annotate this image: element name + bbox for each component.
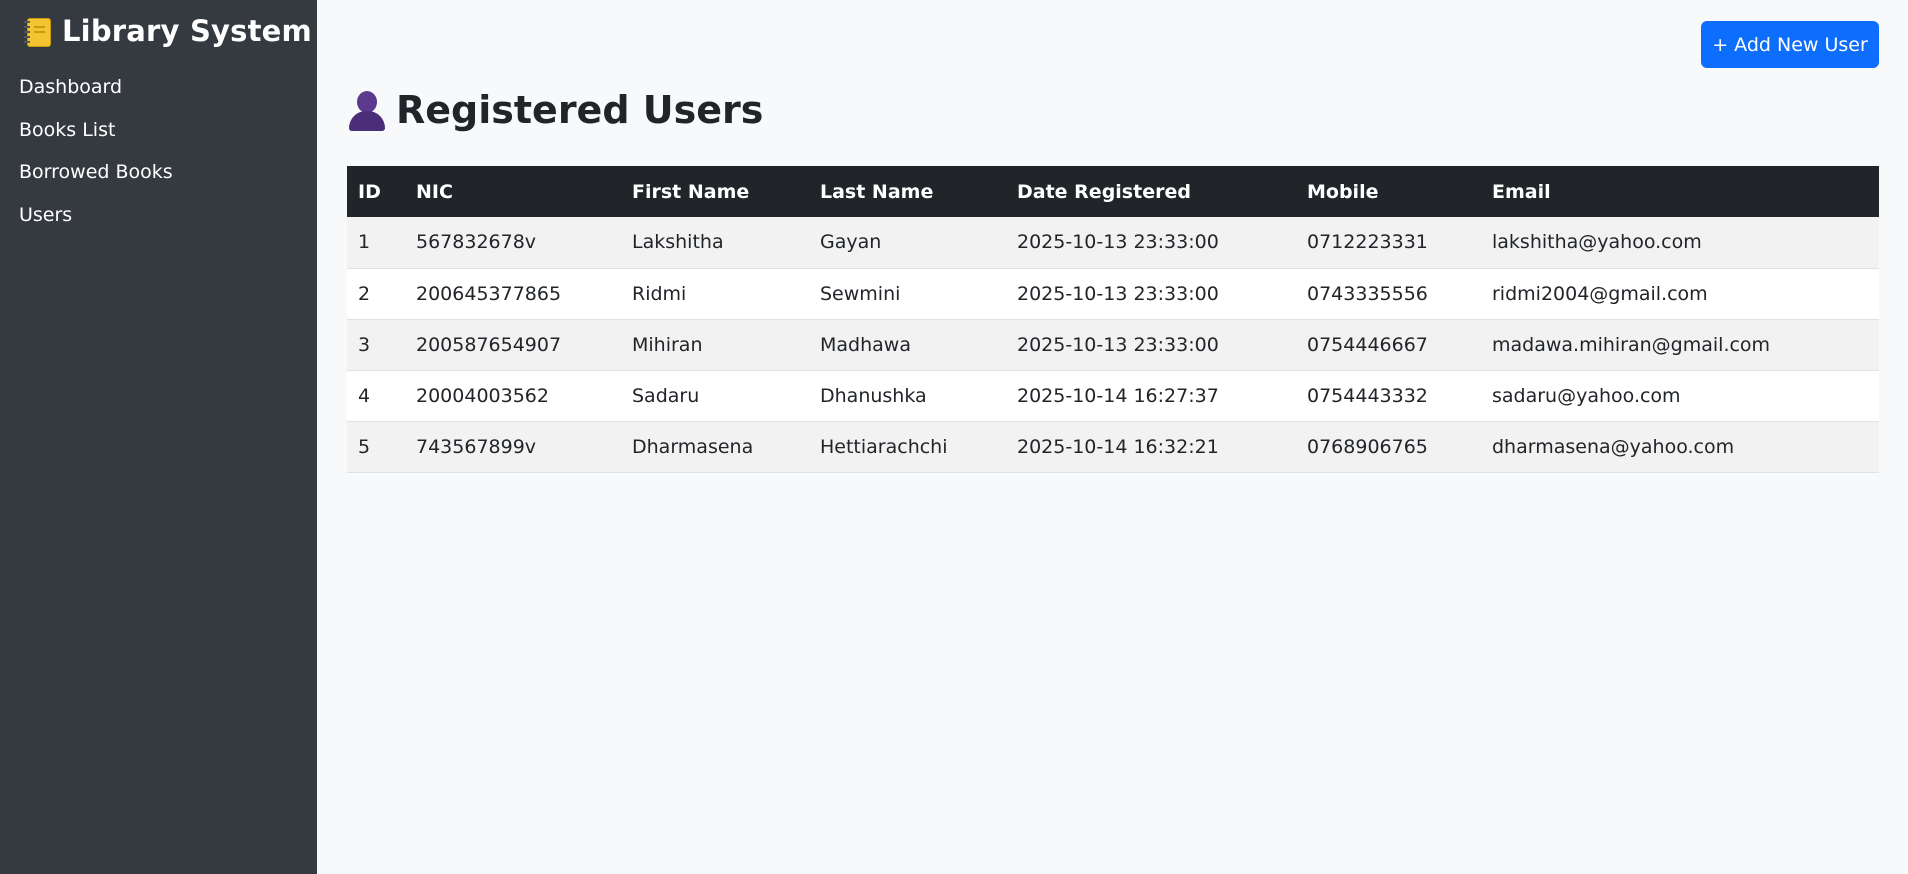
- table-row: 3 200587654907 Mihiran Madhawa 2025-10-1…: [347, 319, 1879, 371]
- brand-title: Library System: [62, 14, 312, 48]
- table-row: 1 567832678v Lakshitha Gayan 2025-10-13 …: [347, 217, 1879, 269]
- cell-mobile: 0768906765: [1296, 421, 1481, 473]
- page-title-text: Registered Users: [396, 88, 764, 132]
- cell-date-registered: 2025-10-13 23:33:00: [1006, 268, 1296, 320]
- cell-date-registered: 2025-10-13 23:33:00: [1006, 217, 1296, 269]
- cell-date-registered: 2025-10-13 23:33:00: [1006, 319, 1296, 371]
- column-header-id: ID: [358, 180, 381, 203]
- cell-first-name: Sadaru: [621, 370, 809, 422]
- cell-id: 3: [347, 319, 405, 371]
- cell-first-name: Lakshitha: [621, 217, 809, 269]
- cell-email: madawa.mihiran@gmail.com: [1481, 319, 1879, 371]
- sidebar-item-books-list[interactable]: Books List: [0, 109, 317, 152]
- cell-nic: 200587654907: [405, 319, 621, 371]
- cell-last-name: Sewmini: [809, 268, 1006, 320]
- cell-last-name: Hettiarachchi: [809, 421, 1006, 473]
- user-silhouette-icon: [347, 89, 387, 131]
- cell-email: dharmasena@yahoo.com: [1481, 421, 1879, 473]
- cell-first-name: Ridmi: [621, 268, 809, 320]
- cell-id: 5: [347, 421, 405, 473]
- column-header-first-name: First Name: [632, 180, 750, 203]
- sidebar-item-dashboard[interactable]: Dashboard: [0, 66, 317, 109]
- table-header: ID NIC First Name Last Name Date Registe…: [347, 166, 1879, 217]
- notebook-icon: [24, 16, 51, 47]
- cell-email: lakshitha@yahoo.com: [1481, 217, 1879, 269]
- cell-mobile: 0712223331: [1296, 217, 1481, 269]
- cell-date-registered: 2025-10-14 16:32:21: [1006, 421, 1296, 473]
- column-header-nic: NIC: [416, 180, 453, 203]
- cell-last-name: Dhanushka: [809, 370, 1006, 422]
- cell-email: sadaru@yahoo.com: [1481, 370, 1879, 422]
- table-row: 5 743567899v Dharmasena Hettiarachchi 20…: [347, 421, 1879, 473]
- column-header-mobile: Mobile: [1307, 180, 1379, 203]
- brand[interactable]: Library System: [0, 10, 317, 52]
- column-header-last-name: Last Name: [820, 180, 934, 203]
- sidebar: Library System Dashboard Books List Borr…: [0, 0, 317, 874]
- cell-first-name: Mihiran: [621, 319, 809, 371]
- table-row: 2 200645377865 Ridmi Sewmini 2025-10-13 …: [347, 268, 1879, 320]
- cell-mobile: 0754443332: [1296, 370, 1481, 422]
- column-header-email: Email: [1492, 180, 1551, 203]
- cell-date-registered: 2025-10-14 16:27:37: [1006, 370, 1296, 422]
- cell-id: 1: [347, 217, 405, 269]
- cell-last-name: Gayan: [809, 217, 1006, 269]
- sidebar-item-borrowed-books[interactable]: Borrowed Books: [0, 151, 317, 194]
- cell-email: ridmi2004@gmail.com: [1481, 268, 1879, 320]
- cell-last-name: Madhawa: [809, 319, 1006, 371]
- cell-id: 2: [347, 268, 405, 320]
- table-body: 1 567832678v Lakshitha Gayan 2025-10-13 …: [347, 217, 1879, 473]
- main-content: + Add New User Registered Users ID NIC F…: [317, 0, 1908, 874]
- cell-nic: 20004003562: [405, 370, 621, 422]
- cell-id: 4: [347, 370, 405, 422]
- users-table: ID NIC First Name Last Name Date Registe…: [347, 166, 1879, 473]
- page-title: Registered Users: [347, 88, 763, 132]
- cell-mobile: 0743335556: [1296, 268, 1481, 320]
- table-row: 4 20004003562 Sadaru Dhanushka 2025-10-1…: [347, 370, 1879, 422]
- cell-nic: 567832678v: [405, 217, 621, 269]
- sidebar-item-users[interactable]: Users: [0, 194, 317, 237]
- cell-first-name: Dharmasena: [621, 421, 809, 473]
- cell-mobile: 0754446667: [1296, 319, 1481, 371]
- cell-nic: 743567899v: [405, 421, 621, 473]
- column-header-date-registered: Date Registered: [1017, 180, 1191, 203]
- cell-nic: 200645377865: [405, 268, 621, 320]
- add-new-user-button[interactable]: + Add New User: [1701, 21, 1879, 68]
- app-root: Library System Dashboard Books List Borr…: [0, 0, 1908, 874]
